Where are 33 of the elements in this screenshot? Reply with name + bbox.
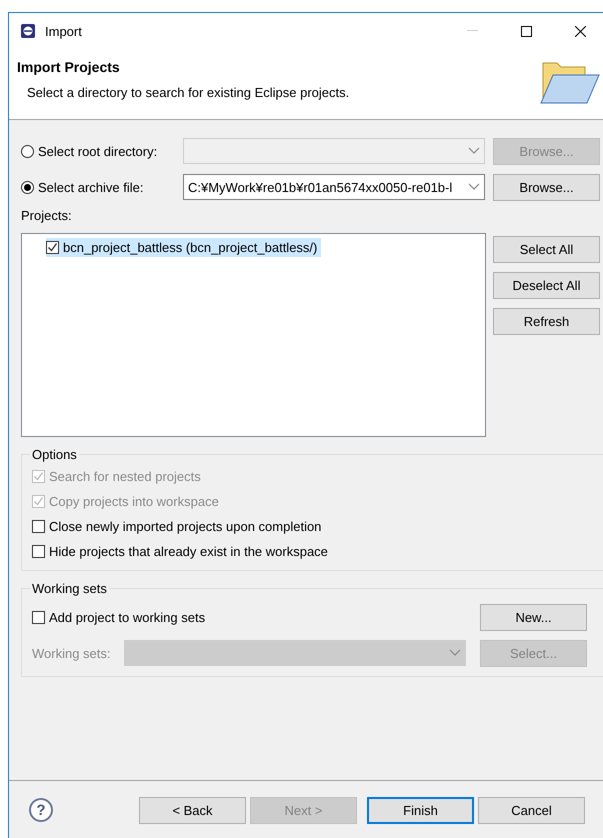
list-button[interactable]: Deselect All [493, 272, 600, 299]
chevron-down-icon [468, 147, 480, 155]
option-checkbox[interactable]: Close newly imported projects upon completion [32, 514, 603, 539]
wizard-button[interactable]: < Back [139, 796, 246, 824]
check-icon [33, 471, 44, 482]
close-icon [574, 26, 586, 36]
option-checkbox[interactable]: Hide projects that already exist in the workspace [32, 539, 603, 564]
chevron-down-icon [468, 183, 480, 191]
list-button[interactable]: Select All [493, 236, 600, 263]
list-button[interactable]: Refresh [493, 308, 600, 335]
app-icon [19, 22, 37, 40]
working-sets-combo[interactable] [124, 640, 466, 666]
radio-button[interactable]: Select archive file: [21, 180, 183, 194]
maximize-icon [520, 26, 532, 36]
chevron-down-icon [449, 649, 462, 657]
new-button[interactable]: New... [480, 604, 587, 630]
help-button[interactable]: ? [29, 798, 53, 822]
browse-button[interactable]: Browse... [493, 174, 600, 200]
path-combo[interactable]: C:¥MyWork¥re01b¥r01an5674xx0050-re01b-l [183, 174, 485, 200]
wizard-button[interactable]: Finish [367, 796, 474, 824]
working-sets-label: Working sets: [32, 646, 111, 660]
page-title: Import Projects [17, 59, 121, 75]
project-item[interactable]: bcn_project_battless (bcn_project_battless/) [46, 238, 322, 257]
check-icon [33, 496, 44, 507]
window-title: Import [45, 24, 83, 38]
check-icon [47, 242, 58, 253]
group-title: Options [31, 447, 78, 462]
add-checkbox[interactable]: Add project to working sets [32, 604, 206, 630]
group-title: Working sets [31, 581, 108, 596]
page-description: Select a directory to search for existing Eclipse projects. [26, 85, 350, 100]
wizard-button[interactable]: Cancel [478, 796, 585, 824]
minimize-icon [466, 30, 478, 32]
projects-label: Projects: [21, 208, 73, 223]
